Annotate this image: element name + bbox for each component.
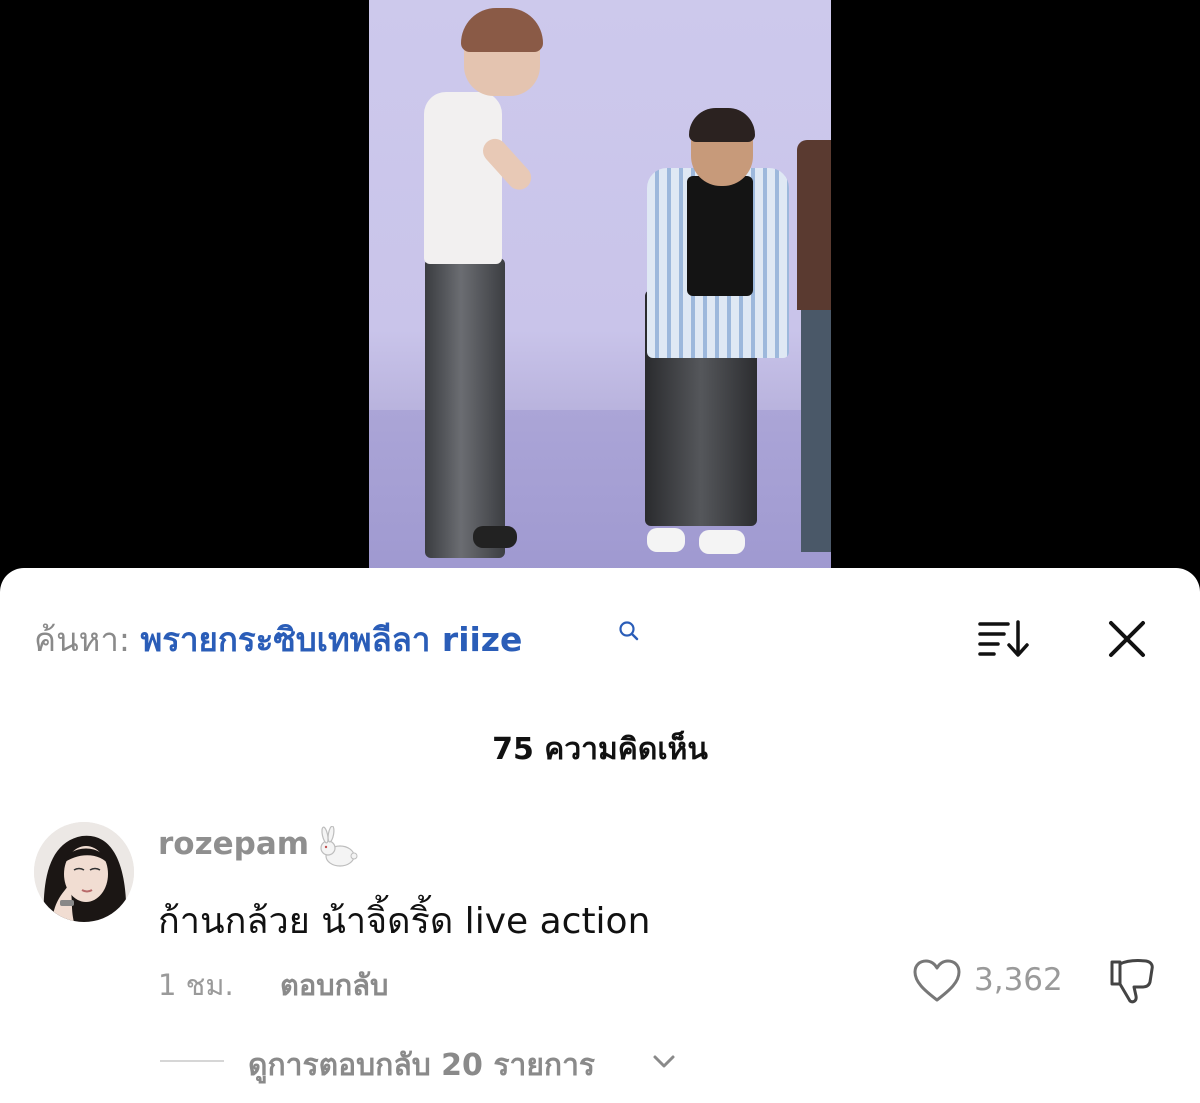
sort-icon[interactable]: [978, 618, 1030, 658]
person-center-hair: [689, 108, 755, 142]
like-count: 3,362: [974, 962, 1063, 998]
person-center-shoe: [699, 530, 745, 554]
comment-username[interactable]: rozepam: [158, 826, 309, 862]
person-right-shirt: [797, 140, 831, 310]
person-left-hair: [461, 8, 543, 52]
replies-divider: [160, 1060, 224, 1062]
view-replies-button[interactable]: ดูการตอบกลับ 20 รายการ: [248, 1042, 595, 1089]
person-center-shoe: [647, 528, 685, 552]
heart-icon[interactable]: [912, 958, 962, 1004]
person-center-tee: [687, 176, 753, 296]
rabbit-icon: [320, 826, 358, 867]
person-left-pants: [425, 258, 505, 558]
thumbs-down-icon[interactable]: [1106, 956, 1158, 1006]
avatar-illustration: [34, 822, 134, 922]
search-suggestion[interactable]: ค้นหา: พรายกระซิบเทพลีลา riize: [34, 622, 522, 658]
comment-text: ก้านกล้วย น้าจิ้ดริ้ด live action: [158, 901, 651, 942]
person-left-shirt: [424, 92, 502, 264]
search-query-link[interactable]: พรายกระซิบเทพลีลา riize: [141, 620, 523, 659]
video-player[interactable]: [0, 0, 1200, 600]
chevron-down-icon[interactable]: [650, 1050, 678, 1072]
comment-count-title: 75 ความคิดเห็น: [492, 732, 708, 767]
avatar[interactable]: [34, 822, 134, 922]
search-icon[interactable]: [618, 620, 640, 642]
video-frame: [369, 0, 831, 600]
person-right-pants: [801, 300, 831, 552]
search-prefix: ค้นหา:: [34, 620, 131, 659]
close-icon[interactable]: [1106, 618, 1148, 660]
person-left-shoe: [473, 526, 517, 548]
comment-timestamp: 1 ชม.: [158, 968, 234, 1002]
reply-button[interactable]: ตอบกลับ: [280, 962, 388, 1008]
